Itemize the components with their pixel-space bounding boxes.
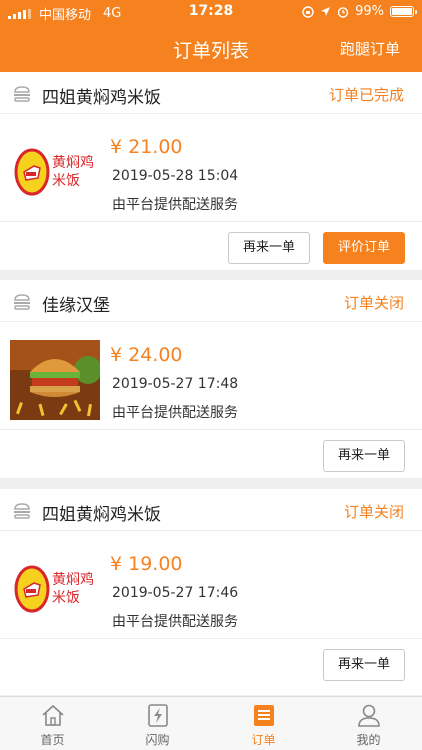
logo-text: 黄焖鸡 米饭 bbox=[52, 572, 94, 606]
order-time: 2019-05-27 17:48 bbox=[112, 376, 239, 392]
order-status: 订单关闭 bbox=[343, 294, 404, 312]
tab-label: 首页 bbox=[40, 733, 65, 747]
shop-icon bbox=[14, 86, 30, 102]
battery-icon bbox=[390, 6, 417, 17]
reorder-button[interactable]: 再来一单 bbox=[228, 232, 310, 264]
home-icon bbox=[42, 704, 64, 726]
delivery-note: 由平台提供配送服务 bbox=[112, 614, 238, 630]
errand-orders-link[interactable]: 跑腿订单 bbox=[340, 38, 400, 59]
order-card[interactable]: 四姐黄焖鸡米饭 订单已完成 黄焖鸡 米饭 ¥ 21.00 2019-05-28 … bbox=[0, 72, 422, 270]
shop-name[interactable]: 四姐黄焖鸡米饭 bbox=[42, 83, 161, 108]
orders-icon bbox=[254, 705, 274, 726]
tab-label: 闪购 bbox=[145, 733, 170, 747]
shop-icon bbox=[14, 503, 30, 519]
rotation-lock-icon bbox=[302, 5, 314, 18]
shop-name[interactable]: 四姐黄焖鸡米饭 bbox=[42, 500, 161, 525]
tab-label: 订单 bbox=[251, 733, 276, 747]
order-status: 订单已完成 bbox=[328, 86, 404, 104]
tab-flash-sale[interactable]: 闪购 bbox=[105, 697, 210, 750]
delivery-note: 由平台提供配送服务 bbox=[112, 197, 238, 213]
tab-bar: 首页 闪购 订单 我的 bbox=[0, 696, 422, 750]
logo-text: 黄焖鸡 米饭 bbox=[52, 155, 94, 189]
order-time: 2019-05-27 17:46 bbox=[112, 585, 239, 601]
tab-label: 我的 bbox=[356, 733, 381, 747]
order-card[interactable]: 四姐黄焖鸡米饭 订单关闭 黄焖鸡 米饭 ¥ 19.00 2019-05-27 1… bbox=[0, 489, 422, 695]
shop-logo: 黄焖鸡 米饭 bbox=[10, 545, 100, 633]
order-status: 订单关闭 bbox=[343, 503, 404, 521]
profile-icon bbox=[358, 704, 380, 727]
order-time: 2019-05-28 15:04 bbox=[112, 168, 239, 184]
delivery-note: 由平台提供配送服务 bbox=[112, 405, 238, 421]
review-order-button[interactable]: 评价订单 bbox=[323, 232, 405, 264]
header: 中国移动 4G 17:28 99% 订单列表 跑腿订单 bbox=[0, 0, 422, 72]
alarm-icon bbox=[337, 6, 349, 18]
shop-icon bbox=[14, 294, 30, 310]
tab-profile[interactable]: 我的 bbox=[316, 697, 421, 750]
battery-percent: 99% bbox=[355, 4, 384, 19]
tab-home[interactable]: 首页 bbox=[0, 697, 105, 750]
shop-name[interactable]: 佳缘汉堡 bbox=[42, 291, 110, 316]
status-bar: 中国移动 4G 17:28 99% bbox=[0, 0, 422, 24]
burger-photo bbox=[10, 340, 100, 420]
order-price: ¥ 21.00 bbox=[110, 136, 183, 158]
reorder-button[interactable]: 再来一单 bbox=[323, 440, 405, 472]
flash-icon bbox=[148, 704, 168, 727]
order-price: ¥ 24.00 bbox=[110, 344, 183, 366]
tab-orders[interactable]: 订单 bbox=[211, 697, 316, 750]
reorder-button[interactable]: 再来一单 bbox=[323, 649, 405, 681]
order-card[interactable]: 佳缘汉堡 订单关闭 ¥ 24.00 2019-05-27 17:48 由平台提供… bbox=[0, 280, 422, 478]
shop-logo: 黄焖鸡 米饭 bbox=[10, 128, 100, 216]
location-icon bbox=[321, 7, 331, 16]
order-price: ¥ 19.00 bbox=[110, 553, 183, 575]
